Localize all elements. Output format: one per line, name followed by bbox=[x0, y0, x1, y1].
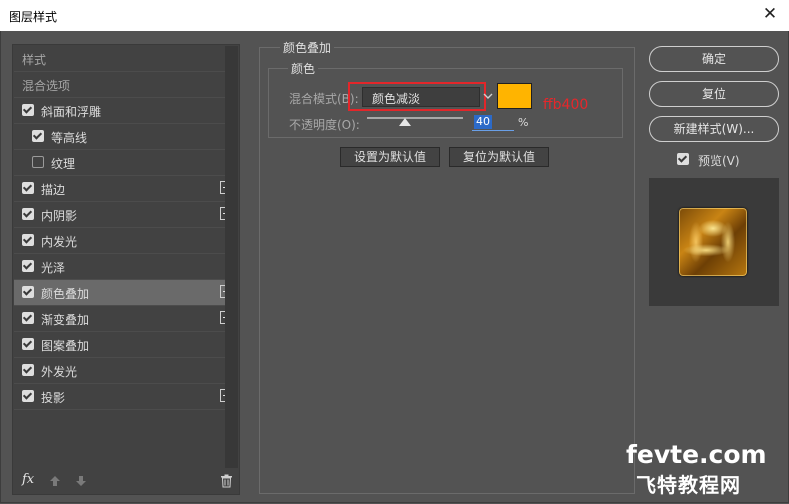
style-row-label: 颜色叠加 bbox=[41, 287, 90, 301]
trash-icon[interactable] bbox=[220, 474, 233, 488]
color-overlay-title: 颜色叠加 bbox=[280, 39, 335, 56]
style-row[interactable]: 斜面和浮雕 bbox=[14, 98, 237, 124]
style-row[interactable]: 内发光 bbox=[14, 228, 237, 254]
color-subgroup-title: 颜色 bbox=[288, 60, 319, 77]
highlight-box bbox=[348, 82, 486, 111]
reset-default-button[interactable]: 复位为默认值 bbox=[449, 147, 549, 167]
style-row-label: 渐变叠加 bbox=[41, 313, 90, 327]
style-row-label: 描边 bbox=[41, 183, 66, 197]
styles-scrollbar[interactable] bbox=[225, 46, 238, 468]
style-row[interactable]: 样式 bbox=[14, 46, 237, 72]
move-down-icon[interactable] bbox=[74, 474, 88, 488]
style-row[interactable]: 等高线 bbox=[14, 124, 237, 150]
style-row[interactable]: 外发光 bbox=[14, 358, 237, 384]
close-icon[interactable]: ✕ bbox=[760, 4, 780, 24]
styles-panel: 样式混合选项斜面和浮雕等高线纹理描边内阴影内发光光泽颜色叠加渐变叠加图案叠加外发… bbox=[12, 44, 240, 495]
style-checkbox[interactable] bbox=[22, 260, 34, 272]
window-title: 图层样式 bbox=[9, 10, 58, 24]
opacity-unit: % bbox=[518, 116, 529, 129]
new-style-button[interactable]: 新建样式(W)... bbox=[649, 116, 779, 142]
style-row-label: 等高线 bbox=[51, 131, 88, 145]
preview-label: 预览(V) bbox=[698, 154, 740, 168]
style-checkbox[interactable] bbox=[22, 338, 34, 350]
opacity-slider-track[interactable] bbox=[367, 117, 463, 119]
style-row[interactable]: 光泽 bbox=[14, 254, 237, 280]
style-checkbox[interactable] bbox=[32, 156, 44, 168]
color-annotation: ffb400 bbox=[543, 97, 589, 113]
style-checkbox[interactable] bbox=[22, 104, 34, 116]
fx-button[interactable]: fx bbox=[22, 472, 34, 487]
style-row[interactable]: 内阴影 bbox=[14, 202, 237, 228]
style-row[interactable]: 颜色叠加 bbox=[14, 280, 237, 306]
reset-button[interactable]: 复位 bbox=[649, 81, 779, 107]
opacity-input[interactable]: 40 bbox=[472, 115, 514, 131]
style-row-label: 光泽 bbox=[41, 261, 66, 275]
style-checkbox[interactable] bbox=[22, 390, 34, 402]
style-checkbox[interactable] bbox=[22, 234, 34, 246]
chevron-down-icon[interactable] bbox=[483, 92, 493, 100]
style-row[interactable]: 描边 bbox=[14, 176, 237, 202]
style-row[interactable]: 混合选项 bbox=[14, 72, 237, 98]
style-row-label: 内阴影 bbox=[41, 209, 78, 223]
preview-thumbnail bbox=[679, 208, 747, 276]
style-row-label: 混合选项 bbox=[22, 79, 71, 93]
styles-bottom-bar: fx bbox=[14, 469, 238, 493]
style-row[interactable]: 投影 bbox=[14, 384, 237, 410]
style-row[interactable]: 图案叠加 bbox=[14, 332, 237, 358]
watermark-sitename: 飞特教程网 bbox=[636, 473, 741, 497]
title-bar: 图层样式 ✕ bbox=[0, 0, 789, 31]
opacity-label: 不透明度(O): bbox=[289, 118, 360, 132]
make-default-button[interactable]: 设置为默认值 bbox=[340, 147, 440, 167]
style-checkbox[interactable] bbox=[22, 208, 34, 220]
style-row-label: 斜面和浮雕 bbox=[41, 105, 102, 119]
style-checkbox[interactable] bbox=[32, 130, 44, 142]
opacity-value: 40 bbox=[474, 115, 492, 129]
styles-list: 样式混合选项斜面和浮雕等高线纹理描边内阴影内发光光泽颜色叠加渐变叠加图案叠加外发… bbox=[14, 46, 237, 410]
overlay-color-swatch[interactable] bbox=[497, 83, 532, 109]
style-checkbox[interactable] bbox=[22, 182, 34, 194]
style-row[interactable]: 纹理 bbox=[14, 150, 237, 176]
style-row-label: 外发光 bbox=[41, 365, 78, 379]
style-row-label: 纹理 bbox=[51, 157, 76, 171]
ok-button[interactable]: 确定 bbox=[649, 46, 779, 72]
style-checkbox[interactable] bbox=[22, 286, 34, 298]
style-checkbox[interactable] bbox=[22, 364, 34, 376]
style-row-label: 样式 bbox=[22, 53, 47, 67]
style-row-label: 图案叠加 bbox=[41, 339, 90, 353]
preview-checkbox[interactable] bbox=[677, 153, 689, 165]
style-row[interactable]: 渐变叠加 bbox=[14, 306, 237, 332]
style-row-label: 内发光 bbox=[41, 235, 78, 249]
style-row-label: 投影 bbox=[41, 391, 66, 405]
watermark-domain: fevte.com bbox=[626, 440, 767, 469]
opacity-slider-thumb[interactable] bbox=[399, 118, 412, 126]
style-checkbox[interactable] bbox=[22, 312, 34, 324]
move-up-icon[interactable] bbox=[48, 474, 62, 488]
